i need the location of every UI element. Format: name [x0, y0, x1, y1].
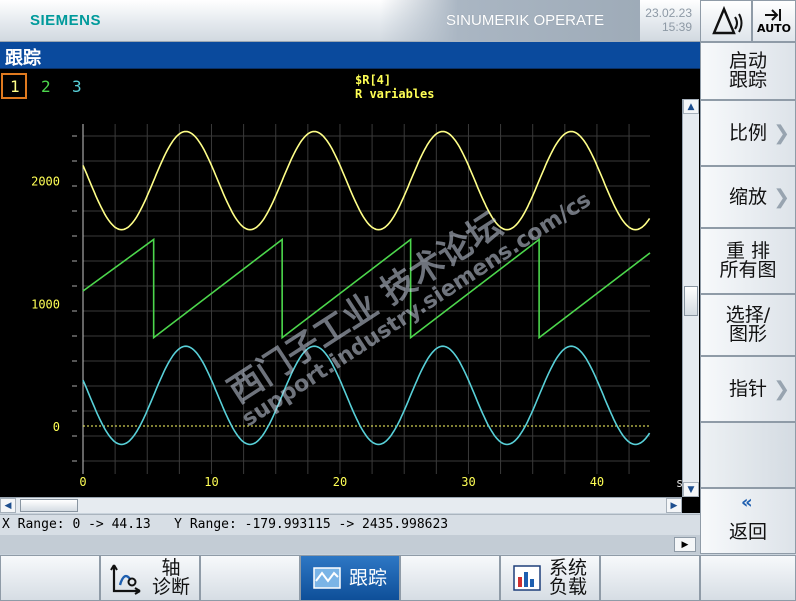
softkey-vertical-1[interactable]: 启动 跟踪 — [700, 42, 796, 100]
scroll-down-icon[interactable]: ▼ — [683, 482, 699, 497]
softkey-vertical-6[interactable]: 指针 ❯ — [700, 356, 796, 422]
softkey-separator-strip — [0, 535, 700, 554]
range-status-bar: X Range: 0 -> 44.13 Y Range: -179.993115… — [0, 514, 700, 535]
softkey-horizontal-3[interactable] — [200, 555, 300, 601]
horizontal-scroll-thumb[interactable] — [20, 499, 78, 512]
y-tick-label: 0 — [53, 420, 60, 434]
legend-variable: $R[4] — [355, 73, 391, 87]
y-tick-label: 2000 — [31, 175, 60, 189]
chevron-right-icon: ❯ — [773, 376, 790, 401]
x-tick-label: 0 — [79, 475, 86, 489]
trace-plot-area[interactable]: 1 2 3 $R[4] R variables 0 1000 2000 0 10 20 30 40 s 西门… — [0, 69, 700, 513]
softkey-label: 选择/ 图形 — [725, 304, 771, 345]
softkey-vertical-8[interactable]: « 返回 — [700, 488, 796, 554]
system-load-icon — [513, 565, 541, 591]
date-text: 23.02.23 — [645, 6, 692, 20]
softkey-vertical-2[interactable]: 比例 ❯ — [700, 100, 796, 166]
x-tick-label: 30 — [461, 475, 475, 489]
trace-chart[interactable]: 1 2 3 $R[4]R variables0100020000 10 20 30 40 s西门… — [0, 69, 700, 513]
siemens-logo: SIEMENS — [30, 12, 102, 29]
softkey-vertical-5[interactable]: 选择/ 图形 — [700, 294, 796, 356]
softkey-horizontal-1[interactable] — [0, 555, 100, 601]
product-name: SINUMERIK OPERATE — [446, 12, 605, 29]
softkey-label: 跟踪 — [348, 566, 387, 589]
softkey-label: 系统 负载 — [548, 557, 587, 598]
softkey-horizontal-2[interactable]: 轴 诊断 — [100, 555, 200, 601]
range-status-text: X Range: 0 -> 44.13 Y Range: -179.993115… — [2, 517, 449, 532]
softkey-vertical-4[interactable]: 重 排 所有图 — [700, 228, 796, 294]
x-tick-label: 20 — [333, 475, 347, 489]
alarm-button[interactable] — [700, 0, 752, 42]
datetime: 23.02.23 15:39 — [645, 6, 692, 34]
trace-selector-2[interactable]: 2 — [41, 77, 51, 96]
scroll-left-icon[interactable]: ◀ — [0, 498, 16, 513]
softkey-label: 返回 — [728, 520, 767, 543]
alarm-triangle-icon — [712, 5, 743, 35]
trace-selector-3[interactable]: 3 — [72, 77, 82, 96]
trace-icon — [313, 567, 341, 589]
softkey-horizontal-4[interactable]: 跟踪 — [300, 555, 400, 601]
chevron-right-icon: ❯ — [773, 184, 790, 209]
softkey-vertical-3[interactable]: 缩放 ❯ — [700, 166, 796, 228]
time-text: 15:39 — [661, 20, 692, 34]
y-tick-label: 1000 — [31, 297, 60, 311]
header-bar: SIEMENS SINUMERIK OPERATE 23.02.23 15:39 — [0, 0, 700, 42]
window-title-bar: 跟踪 — [0, 42, 700, 69]
softkey-horizontal-6[interactable]: 系统 负载 — [500, 555, 600, 601]
softkey-vertical-7[interactable] — [700, 422, 796, 488]
auto-label: AUTO — [757, 21, 791, 35]
scroll-right-icon[interactable]: ▶ — [666, 498, 682, 513]
trace-selector-1[interactable]: 1 — [10, 77, 20, 96]
softkey-label: 启动 跟踪 — [728, 50, 767, 91]
chevron-right-icon: ❯ — [773, 120, 790, 145]
softkey-label: 指针 — [728, 377, 767, 400]
legend-description: R variables — [355, 87, 434, 101]
scroll-up-icon[interactable]: ▲ — [683, 99, 699, 114]
softkey-horizontal-5[interactable] — [400, 555, 500, 601]
softkey-horizontal-8[interactable] — [700, 555, 796, 601]
softkey-label: 重 排 所有图 — [719, 240, 777, 281]
softkey-label: 比例 — [728, 121, 767, 144]
softkey-horizontal-7[interactable] — [600, 555, 700, 601]
axis-diagnosis-icon — [110, 561, 144, 595]
softkey-label: 轴 诊断 — [151, 557, 190, 598]
vertical-scroll-thumb[interactable] — [684, 286, 698, 316]
arrow-into-bar-icon — [765, 8, 781, 21]
vertical-scrollbar[interactable]: ▲ ▼ — [682, 99, 699, 497]
more-softkeys-icon[interactable]: ▶ — [674, 537, 696, 552]
x-tick-label: 40 — [590, 475, 604, 489]
window-title: 跟踪 — [5, 48, 41, 69]
horizontal-scrollbar[interactable]: ◀ ▶ — [0, 497, 682, 513]
softkey-label: 缩放 — [728, 185, 767, 208]
auto-mode-button[interactable]: AUTO — [752, 0, 796, 42]
watermark-url: support.industry.siemens.com/cs — [238, 187, 596, 432]
x-tick-label: 10 — [204, 475, 218, 489]
double-chevron-left-icon: « — [741, 492, 753, 513]
